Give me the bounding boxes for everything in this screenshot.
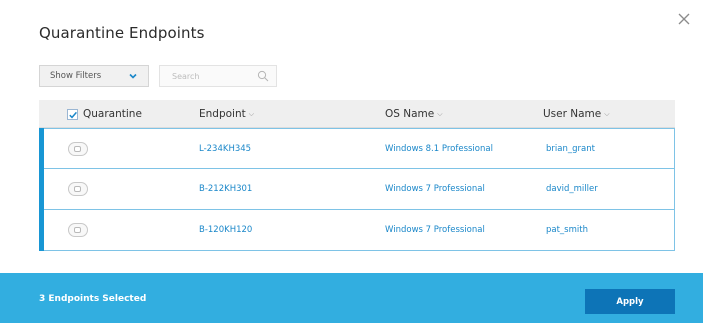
column-label-os-name: OS Name	[385, 108, 435, 120]
table-row[interactable]: L-234KH345 Windows 8.1 Professional bria…	[39, 128, 675, 170]
os-name-link[interactable]: Windows 7 Professional	[385, 184, 485, 194]
os-name-link[interactable]: Windows 7 Professional	[385, 225, 485, 235]
user-name-link[interactable]: david_miller	[546, 184, 598, 194]
show-filters-dropdown[interactable]: Show Filters	[39, 65, 149, 87]
quarantine-toggle[interactable]	[68, 223, 88, 237]
column-label-quarantine: Quarantine	[83, 108, 142, 120]
search-icon[interactable]	[257, 70, 269, 82]
selection-count: 3 Endpoints Selected	[39, 294, 147, 304]
select-all-checkbox[interactable]	[67, 108, 78, 120]
user-name-link[interactable]: brian_grant	[546, 144, 595, 154]
checkmark-icon	[69, 111, 77, 118]
table-row[interactable]: B-212KH301 Windows 7 Professional david_…	[39, 168, 675, 210]
quarantine-dialog: Quarantine Endpoints Show Filters Search…	[0, 0, 703, 323]
column-header-quarantine[interactable]: Quarantine	[67, 108, 142, 120]
row-selected-indicator	[39, 128, 44, 170]
user-name-link[interactable]: pat_smith	[546, 225, 588, 235]
table-row[interactable]: B-120KH120 Windows 7 Professional pat_sm…	[39, 209, 675, 251]
column-label-endpoint: Endpoint	[199, 108, 246, 120]
row-selected-indicator	[39, 209, 44, 251]
chevron-down-icon: ⌵	[604, 109, 610, 118]
table-header: Quarantine Endpoint ⌵ OS Name ⌵ User Nam…	[39, 100, 675, 128]
show-filters-label: Show Filters	[50, 71, 102, 81]
chevron-down-icon: ⌵	[248, 109, 255, 118]
chevron-down-icon	[129, 73, 137, 79]
toggle-knob	[74, 227, 81, 233]
column-label-user-name: User Name	[543, 108, 602, 120]
endpoints-table: Quarantine Endpoint ⌵ OS Name ⌵ User Nam…	[39, 100, 675, 251]
os-name-link[interactable]: Windows 8.1 Professional	[385, 144, 493, 154]
dialog-title: Quarantine Endpoints	[39, 24, 205, 42]
search-placeholder: Search	[172, 71, 200, 81]
endpoint-link[interactable]: B-120KH120	[199, 225, 252, 235]
toggle-knob	[74, 186, 81, 192]
endpoint-link[interactable]: B-212KH301	[199, 184, 252, 194]
quarantine-toggle[interactable]	[68, 182, 88, 196]
chevron-down-icon: ⌵	[437, 109, 443, 118]
search-input[interactable]: Search	[159, 65, 277, 87]
quarantine-toggle[interactable]	[68, 142, 88, 156]
apply-button[interactable]: Apply	[585, 289, 675, 314]
close-button[interactable]	[676, 11, 692, 27]
endpoint-link[interactable]: L-234KH345	[199, 144, 251, 154]
column-header-endpoint[interactable]: Endpoint ⌵	[199, 108, 254, 120]
dialog-footer: 3 Endpoints Selected Apply	[0, 273, 703, 323]
toggle-knob	[74, 146, 81, 152]
column-header-user-name[interactable]: User Name ⌵	[543, 108, 610, 120]
column-header-os-name[interactable]: OS Name ⌵	[385, 108, 443, 120]
row-selected-indicator	[39, 168, 44, 210]
close-icon	[678, 13, 690, 25]
